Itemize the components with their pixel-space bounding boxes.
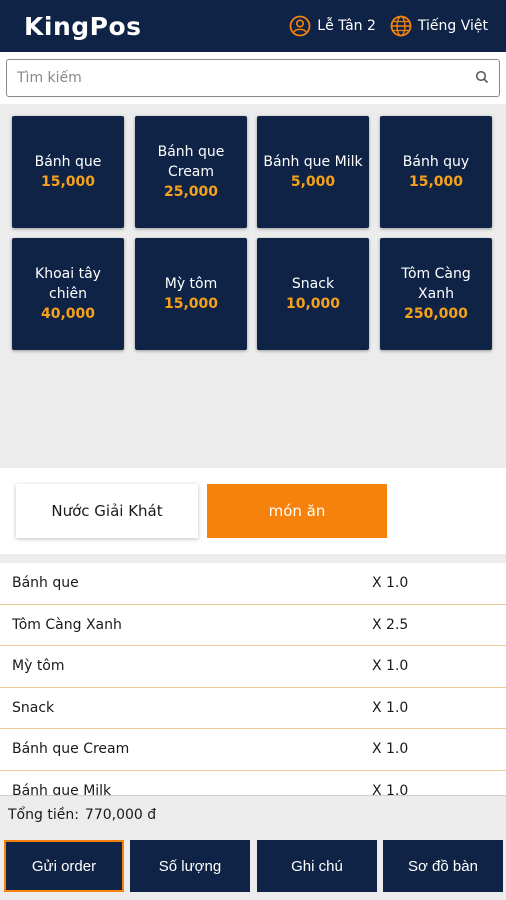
globe-icon <box>390 15 412 37</box>
order-item-qty: X 1.0 <box>372 575 409 592</box>
product-name: Khoai tây chiên <box>35 266 101 302</box>
product-name: Bánh que <box>34 154 102 170</box>
search-box <box>6 59 500 97</box>
order-item-qty: X 1.0 <box>372 699 409 716</box>
order-item-name: Bánh que Milk <box>12 782 112 795</box>
product-price: 15,000 <box>40 174 96 190</box>
product-tile[interactable]: Bánh que Cream 25,000 <box>135 116 247 228</box>
order-item-name: Snack <box>12 699 55 716</box>
order-total: Tổng tiền: 770,000 đ <box>0 795 506 833</box>
total-label: Tổng tiền: <box>8 806 79 823</box>
product-price: 25,000 <box>163 184 219 200</box>
product-name: Snack <box>291 276 335 292</box>
search-icon[interactable] <box>475 69 489 88</box>
product-name: Bánh quy <box>402 154 470 170</box>
product-price: 10,000 <box>285 296 341 312</box>
table-map-button[interactable]: Sơ đồ bàn <box>383 840 503 892</box>
action-bar: Gửi order Số lượng Ghi chú Sơ đồ bàn <box>0 833 506 900</box>
product-tile[interactable]: Bánh quy 15,000 <box>380 116 492 228</box>
order-list[interactable]: Bánh que X 1.0 Tôm Càng Xanh X 2.5 Mỳ tô… <box>0 563 506 795</box>
order-item-name: Bánh que <box>12 575 79 592</box>
product-price: 250,000 <box>404 306 468 322</box>
header-actions: Lễ Tân 2 Tiếng Việt <box>289 15 488 37</box>
product-price: 40,000 <box>40 306 96 322</box>
order-row[interactable]: Bánh que X 1.0 <box>0 563 506 605</box>
quantity-button[interactable]: Số lượng <box>130 840 250 892</box>
product-tile[interactable]: Bánh que 15,000 <box>12 116 124 228</box>
order-item-name: Tôm Càng Xanh <box>12 616 122 633</box>
product-tile[interactable]: Snack 10,000 <box>257 238 369 350</box>
product-tile[interactable]: Mỳ tôm 15,000 <box>135 238 247 350</box>
product-tile[interactable]: Bánh que Milk 5,000 <box>257 116 369 228</box>
search-input[interactable] <box>17 70 475 86</box>
product-price: 5,000 <box>290 174 336 190</box>
product-tile[interactable]: Tôm Càng Xanh 250,000 <box>380 238 492 350</box>
send-order-button[interactable]: Gửi order <box>4 840 124 892</box>
search-bar <box>0 52 506 104</box>
language-label: Tiếng Việt <box>417 18 488 34</box>
product-price: 15,000 <box>163 296 219 312</box>
category-tab-food[interactable]: món ăn <box>207 484 387 538</box>
product-price: 15,000 <box>408 174 464 190</box>
order-item-qty: X 1.0 <box>372 782 409 795</box>
product-grid: Bánh que 15,000 Bánh que Cream 25,000 Bá… <box>0 104 506 468</box>
language-selector[interactable]: Tiếng Việt <box>390 15 488 37</box>
note-button[interactable]: Ghi chú <box>257 840 377 892</box>
user-menu[interactable]: Lễ Tân 2 <box>289 15 376 37</box>
product-name: Tôm Càng Xanh <box>401 266 471 302</box>
order-row[interactable]: Bánh que Cream X 1.0 <box>0 729 506 771</box>
total-value: 770,000 đ <box>84 806 157 823</box>
order-item-qty: X 1.0 <box>372 741 409 758</box>
product-tile[interactable]: Khoai tây chiên 40,000 <box>12 238 124 350</box>
order-row[interactable]: Snack X 1.0 <box>0 688 506 729</box>
app-header: KingPos Lễ Tân 2 Tiếng Việt <box>0 0 506 52</box>
user-name: Lễ Tân 2 <box>317 18 376 34</box>
category-tab-drinks[interactable]: Nước Giải Khát <box>16 484 198 538</box>
order-row[interactable]: Tôm Càng Xanh X 2.5 <box>0 605 506 646</box>
order-row[interactable]: Bánh que Milk X 1.0 <box>0 771 506 795</box>
order-item-name: Bánh que Cream <box>12 741 130 758</box>
app-logo: KingPos <box>24 11 142 41</box>
order-row[interactable]: Mỳ tôm X 1.0 <box>0 646 506 688</box>
product-name: Mỳ tôm <box>164 276 218 292</box>
order-item-name: Mỳ tôm <box>12 658 65 675</box>
order-item-qty: X 2.5 <box>372 616 409 633</box>
order-item-qty: X 1.0 <box>372 658 409 675</box>
product-name: Bánh que Cream <box>157 144 225 180</box>
category-tabs: Nước Giải Khát món ăn <box>0 468 506 554</box>
user-circle-icon <box>289 15 311 37</box>
product-name: Bánh que Milk <box>263 154 363 170</box>
